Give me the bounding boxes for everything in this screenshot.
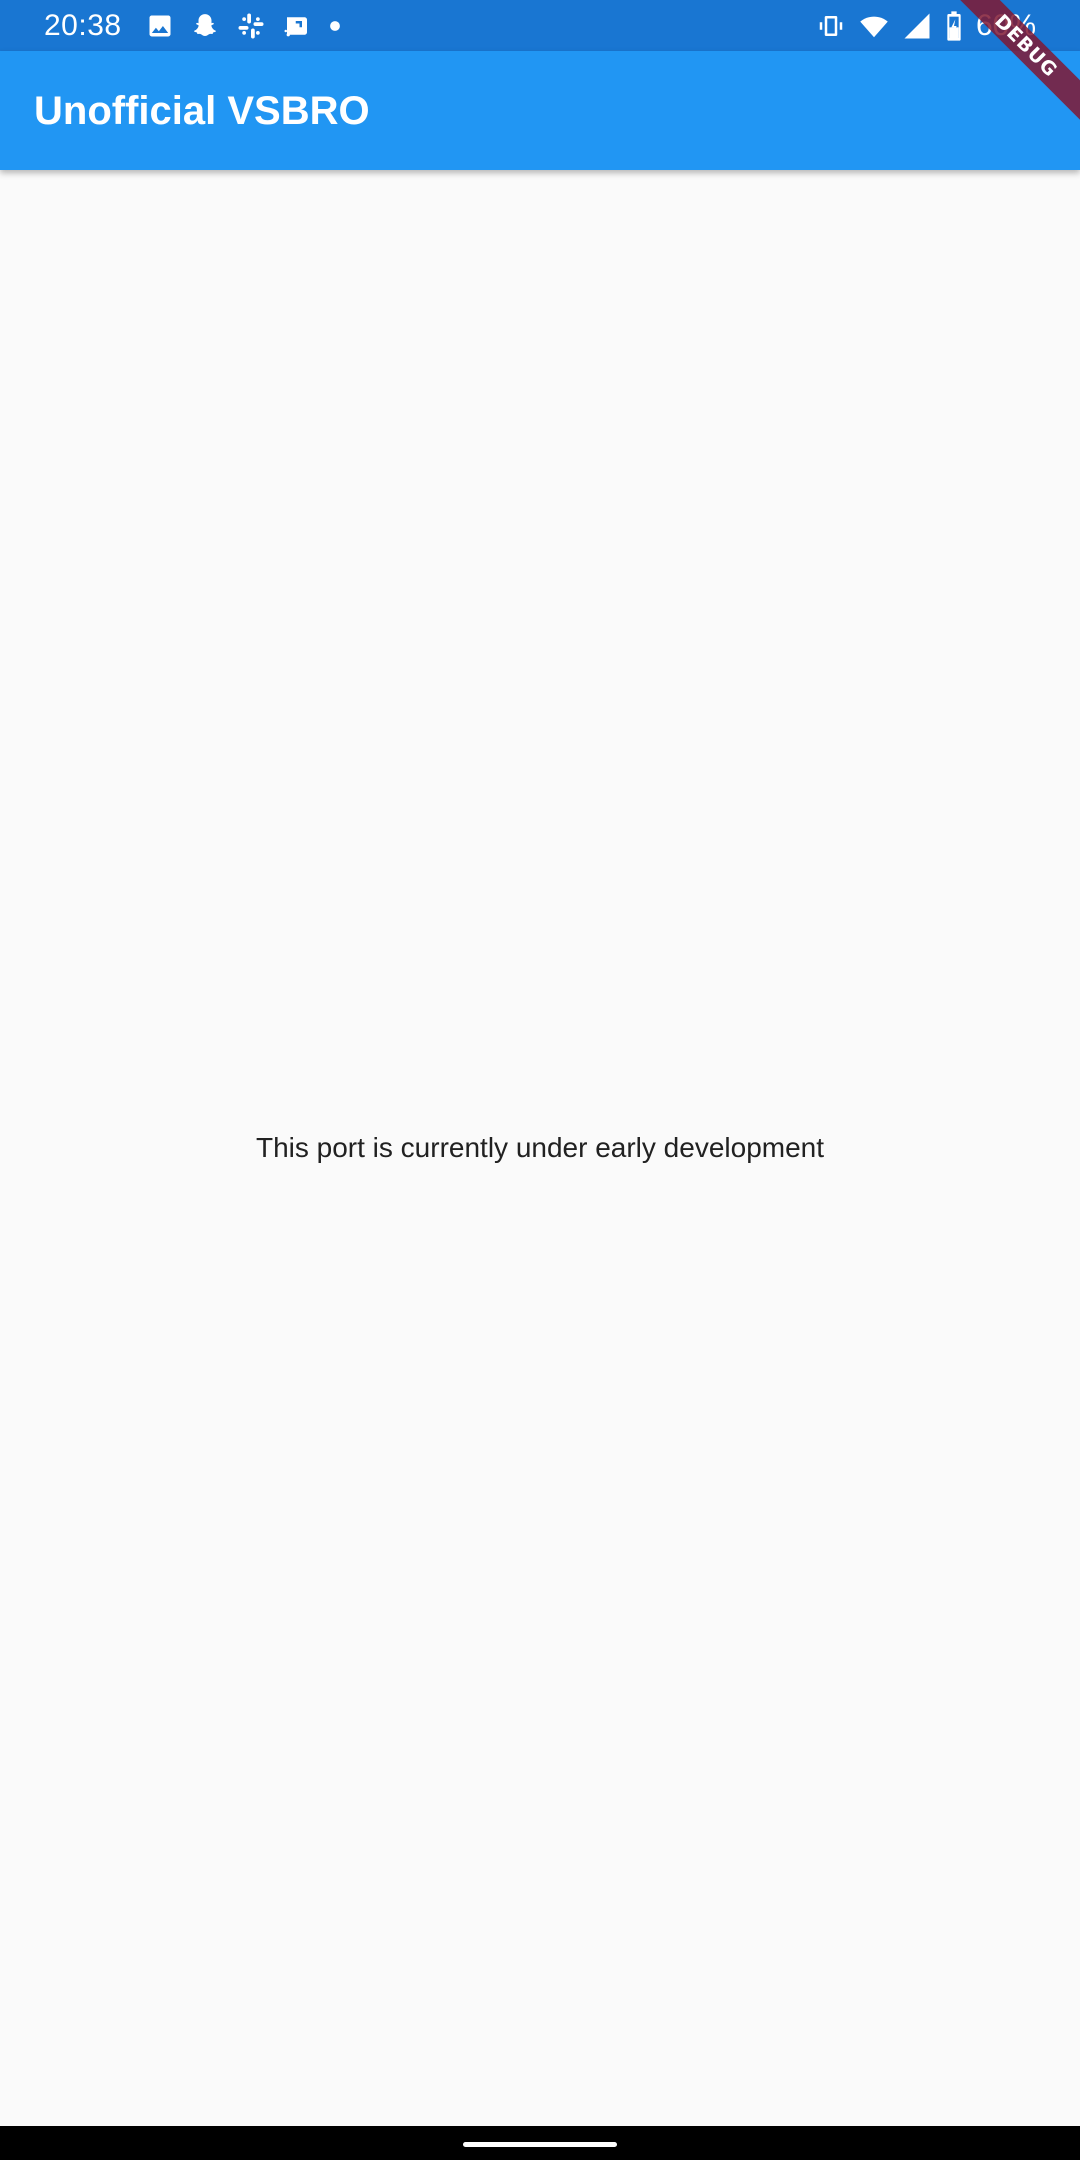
app-bar: Unofficial VSBRO: [0, 51, 1080, 170]
status-bar: 20:38 60%: [0, 0, 1080, 51]
snapchat-icon: [190, 11, 220, 41]
status-time: 20:38: [44, 9, 122, 42]
dot-icon: [328, 19, 342, 33]
navigation-bar: [0, 2126, 1080, 2160]
gallery-icon: [146, 12, 174, 40]
vibrate-icon: [816, 11, 846, 41]
battery-percent: 60%: [975, 9, 1036, 42]
screen-share-icon: [282, 11, 312, 41]
signal-icon: [902, 11, 932, 41]
battery-charging-icon: [944, 10, 964, 42]
system-icons: 60%: [816, 10, 1036, 42]
main-content: This port is currently under early devel…: [0, 170, 1080, 2126]
app-title: Unofficial VSBRO: [34, 89, 370, 133]
app-screen: 20:38 60% Unofficial VSBRO DEBUG This po…: [0, 0, 1080, 2160]
slack-icon: [236, 11, 266, 41]
wifi-icon: [858, 11, 890, 41]
development-message: This port is currently under early devel…: [255, 1132, 825, 1163]
home-gesture-handle[interactable]: [463, 2142, 617, 2147]
notification-icons: [146, 10, 342, 42]
